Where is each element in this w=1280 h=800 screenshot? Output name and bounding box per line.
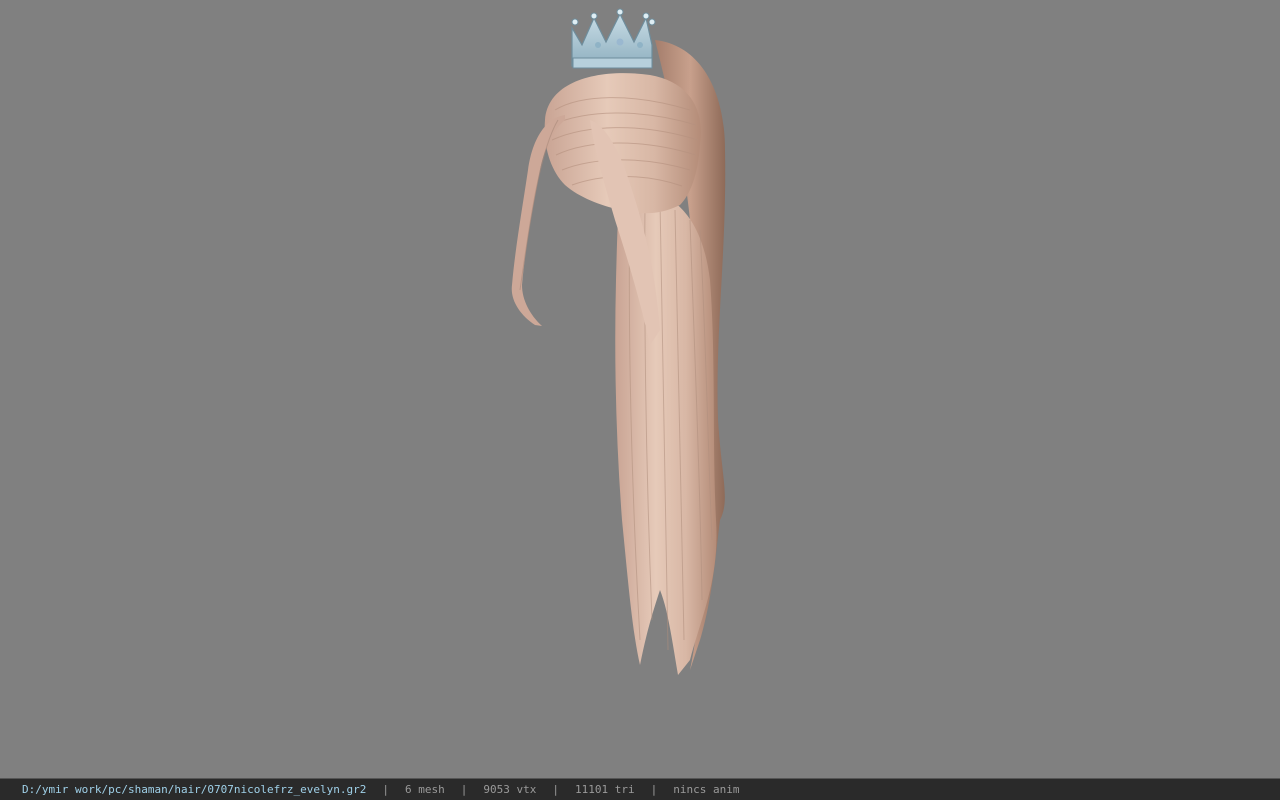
triangle-count: 11101 tri <box>574 783 635 796</box>
file-path: D:/ymir work/pc/shaman/hair/0707nicolefr… <box>22 783 367 796</box>
separator: | <box>460 783 468 796</box>
separator: | <box>650 783 658 796</box>
status-bar: D:/ymir work/pc/shaman/hair/0707nicolefr… <box>0 778 1280 800</box>
separator: | <box>382 783 389 796</box>
vertex-count: 9053 vtx <box>483 783 537 796</box>
3d-viewport[interactable] <box>0 0 1280 778</box>
hair-model-with-crown-icon[interactable] <box>0 0 1280 778</box>
animation-status: nincs anim <box>673 783 740 796</box>
mesh-count: 6 mesh <box>405 783 445 796</box>
crown-icon <box>571 8 656 69</box>
separator: | <box>552 783 559 796</box>
